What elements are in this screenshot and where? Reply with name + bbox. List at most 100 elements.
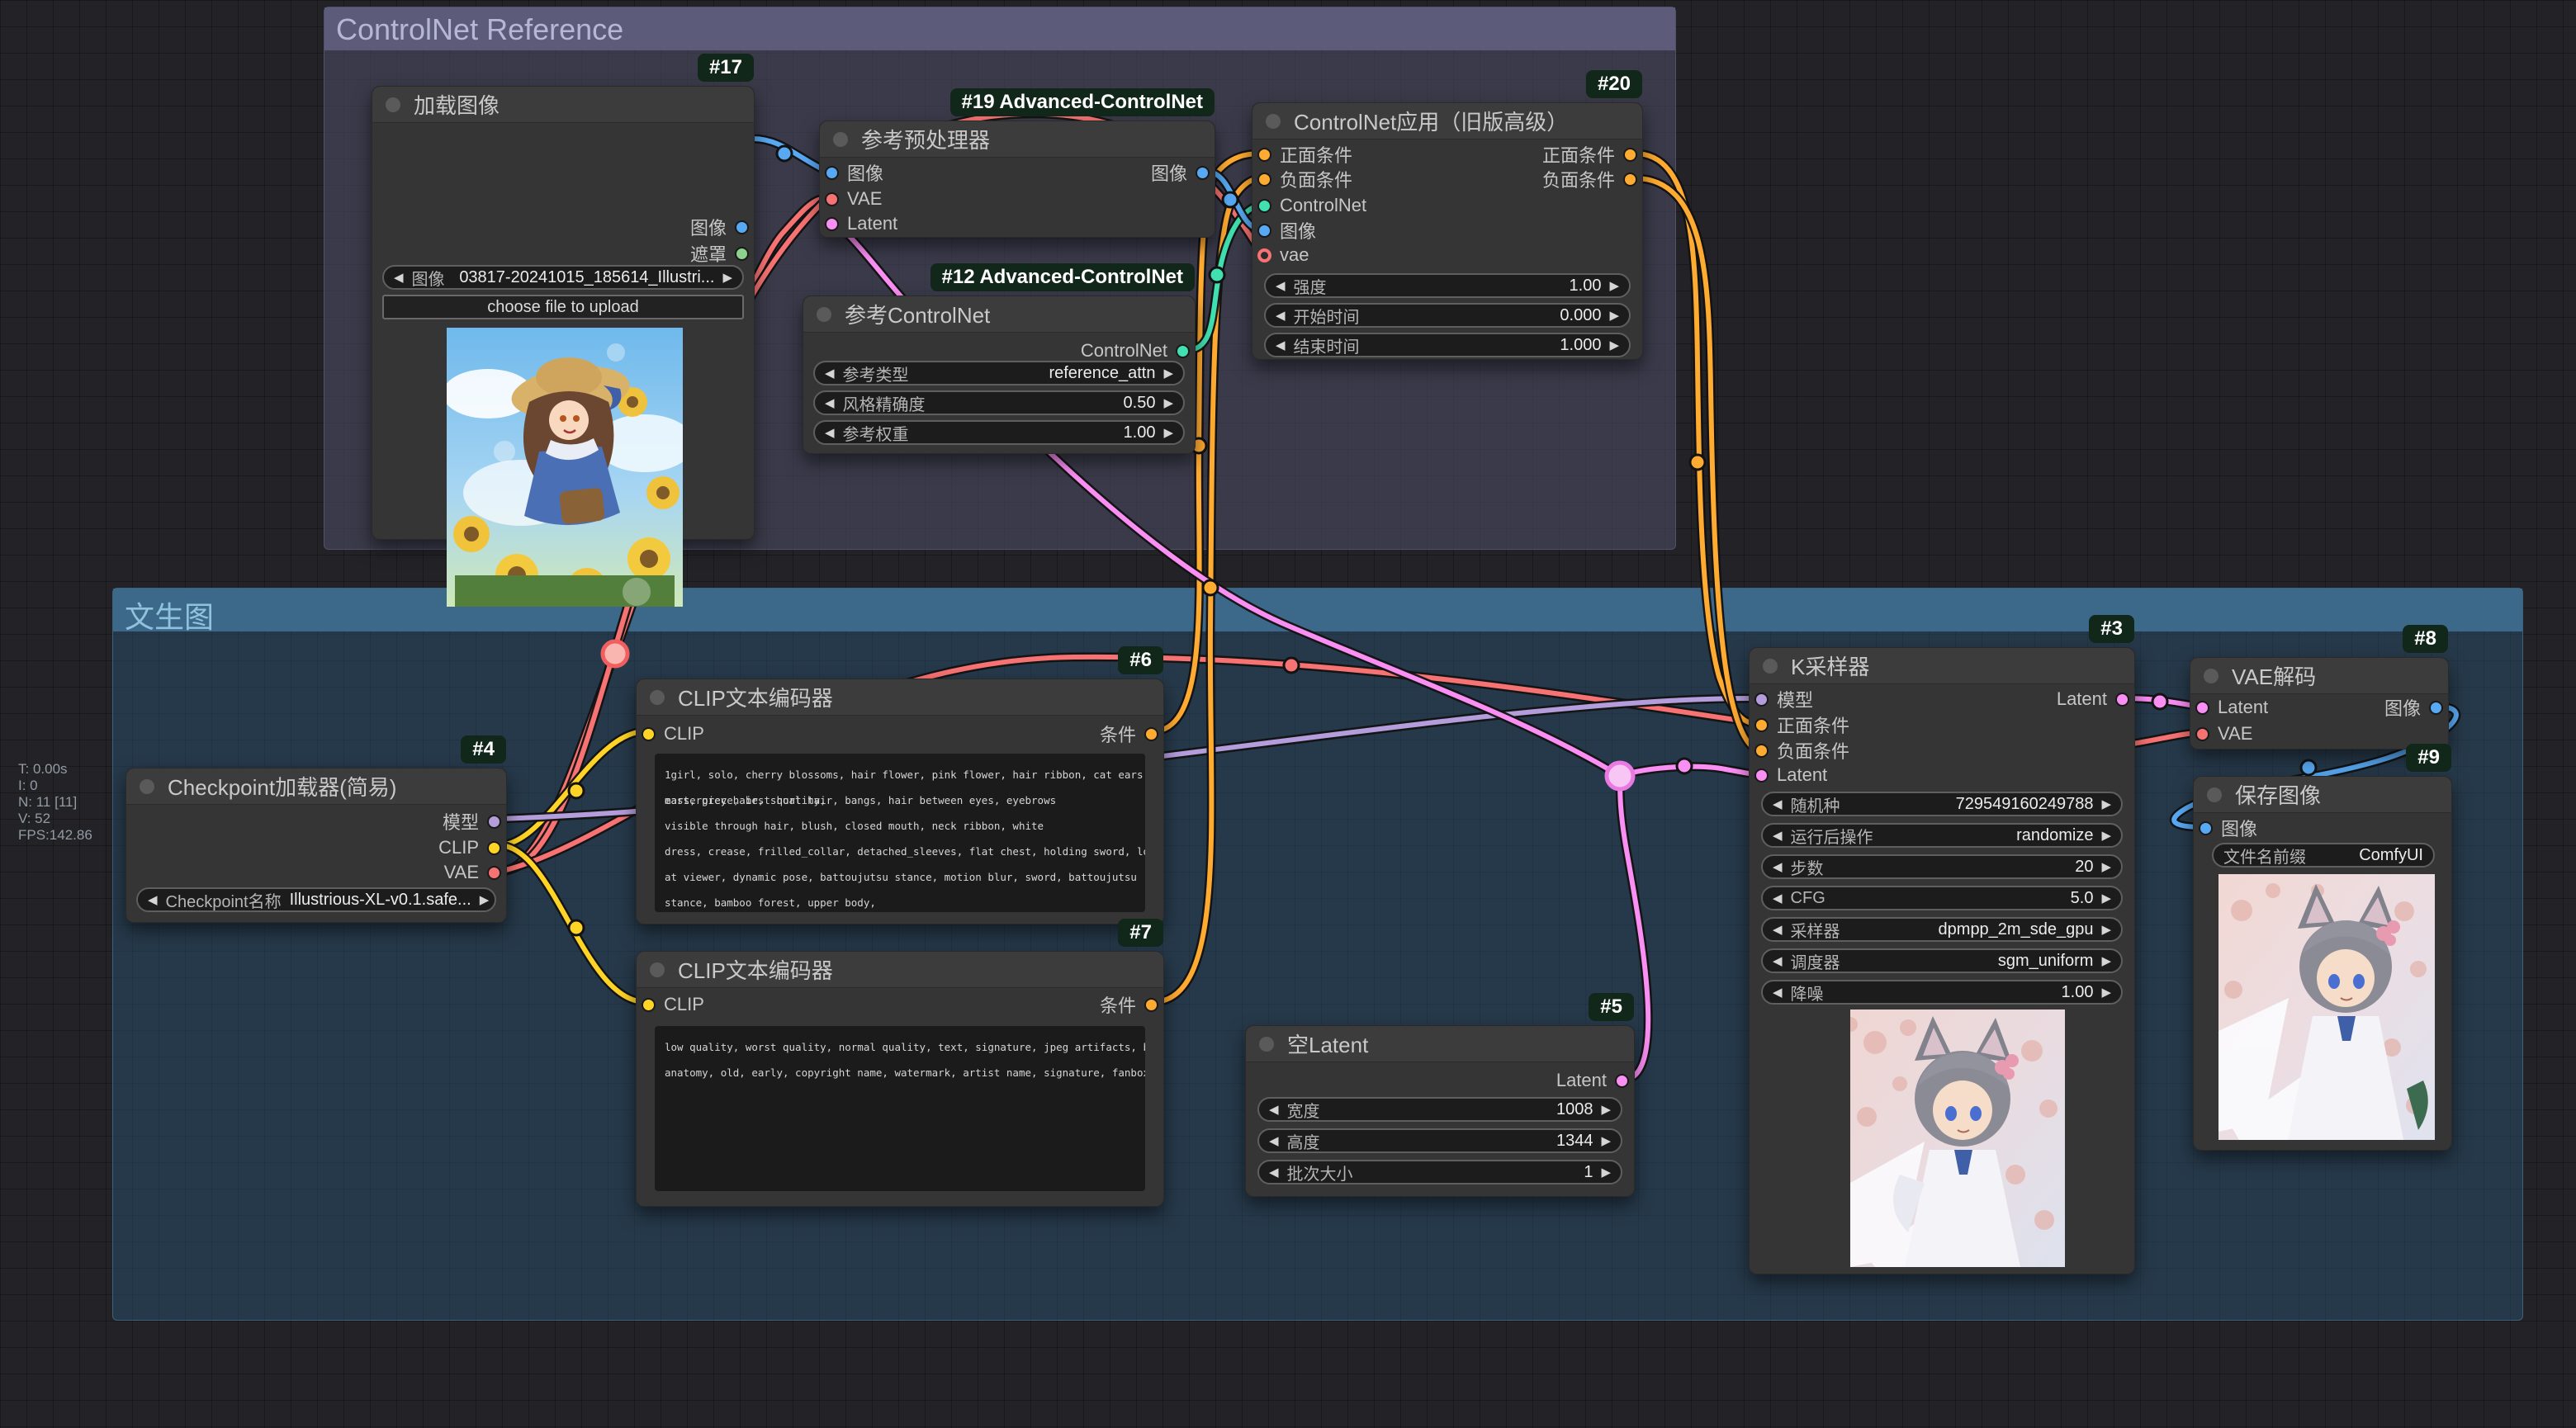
link-dot-controlnet-12-20[interactable]	[1210, 267, 1224, 282]
node-load-image[interactable]: #17 加载图像 图像 遮罩 ◀ 图像 03817-20241015_18561…	[372, 86, 755, 540]
pin-vae-output[interactable]	[487, 866, 501, 880]
node-ksampler-titlebar[interactable]: K采样器	[1750, 648, 2134, 684]
input-image[interactable]: 图像	[2199, 816, 2257, 839]
node-checkpoint-loader[interactable]: #4 Checkpoint加载器(简易) 模型 CLIP VAE ◀ Check…	[125, 768, 507, 923]
positive-prompt-textarea[interactable]: 1girl, solo, cherry blossoms, hair flowe…	[655, 754, 1145, 912]
collapse-dot-icon[interactable]	[1259, 1037, 1274, 1052]
stepper-right-arrow-icon[interactable]: ▶	[1601, 1133, 1611, 1148]
link-dot-clip-4-6[interactable]	[569, 783, 584, 798]
combo-right-arrow-icon[interactable]: ▶	[2101, 922, 2111, 937]
node-save-image[interactable]: #9 保存图像 图像 文件名前缀 ComfyUI	[2193, 776, 2452, 1151]
node-clip-encode-positive-titlebar[interactable]: CLIP文本编码器	[637, 679, 1163, 716]
link-dot-image-17-19[interactable]	[777, 146, 792, 161]
stepper-right-arrow-icon[interactable]: ▶	[1601, 1165, 1611, 1180]
combo-left-arrow-icon[interactable]: ◀	[825, 366, 835, 381]
pin-negative-input[interactable]	[1754, 744, 1769, 758]
denoise-stepper[interactable]: ◀ 降噪 1.00 ▶	[1761, 980, 2123, 1005]
output-image[interactable]: 图像	[1151, 161, 1210, 184]
pin-image-output[interactable]	[735, 220, 749, 234]
stepper-left-arrow-icon[interactable]: ◀	[825, 395, 835, 410]
link-dot-latent-reroute-3[interactable]	[1677, 759, 1692, 773]
stepper-left-arrow-icon[interactable]: ◀	[1276, 278, 1286, 293]
pin-model-input[interactable]	[1754, 693, 1769, 707]
node-reference-preprocessor-titlebar[interactable]: 参考预处理器	[820, 121, 1215, 158]
node-checkpoint-loader-titlebar[interactable]: Checkpoint加载器(简易)	[126, 768, 506, 805]
pin-image-output[interactable]	[1196, 166, 1210, 180]
collapse-dot-icon[interactable]	[2204, 669, 2218, 683]
combo-left-arrow-icon[interactable]: ◀	[1773, 922, 1783, 937]
input-image[interactable]: 图像	[1257, 219, 1316, 242]
pin-mask-output[interactable]	[735, 247, 749, 261]
output-image[interactable]: 图像	[690, 215, 749, 239]
output-mask[interactable]: 遮罩	[690, 242, 749, 265]
output-positive[interactable]: 正面条件	[1542, 143, 1637, 166]
stepper-right-arrow-icon[interactable]: ▶	[1609, 338, 1619, 352]
pin-latent-input[interactable]	[2195, 701, 2209, 715]
pin-positive-output[interactable]	[1623, 148, 1637, 162]
strength-stepper[interactable]: ◀ 强度 1.00 ▶	[1264, 273, 1631, 298]
pin-controlnet-input[interactable]	[1257, 199, 1271, 213]
stepper-right-arrow-icon[interactable]: ▶	[2101, 891, 2111, 906]
node-vae-decode[interactable]: #8 VAE解码 Latent VAE 图像	[2190, 657, 2449, 749]
input-latent[interactable]: Latent	[1754, 764, 1827, 787]
stepper-right-arrow-icon[interactable]: ▶	[1609, 308, 1619, 323]
pin-controlnet-output[interactable]	[1176, 344, 1190, 358]
combo-right-arrow-icon[interactable]: ▶	[2101, 828, 2111, 843]
batch-size-stepper[interactable]: ◀ 批次大小 1 ▶	[1257, 1160, 1622, 1184]
seed-stepper[interactable]: ◀ 随机种 729549160249788 ▶	[1761, 792, 2123, 816]
stepper-right-arrow-icon[interactable]: ▶	[1163, 395, 1173, 410]
pin-negative-input[interactable]	[1257, 173, 1271, 187]
collapse-dot-icon[interactable]	[386, 97, 400, 112]
filename-prefix-field[interactable]: 文件名前缀 ComfyUI	[2212, 843, 2435, 868]
output-model[interactable]: 模型	[443, 810, 501, 833]
stepper-left-arrow-icon[interactable]: ◀	[825, 425, 835, 440]
pin-image-input[interactable]	[2199, 821, 2213, 835]
pin-image-input[interactable]	[1257, 224, 1271, 238]
pin-negative-output[interactable]	[1623, 173, 1637, 187]
checkpoint-name-combo[interactable]: ◀ Checkpoint名称 Illustrious-XL-v0.1.safe.…	[136, 887, 496, 912]
node-apply-controlnet[interactable]: #20 ControlNet应用（旧版高级） 正面条件 负面条件 Control…	[1252, 102, 1643, 360]
stepper-left-arrow-icon[interactable]: ◀	[1773, 859, 1783, 874]
output-clip[interactable]: CLIP	[438, 836, 501, 859]
pin-clip-output[interactable]	[487, 841, 501, 855]
pin-conditioning-output[interactable]	[1144, 727, 1158, 741]
output-conditioning[interactable]: 条件	[1100, 993, 1158, 1016]
node-apply-controlnet-titlebar[interactable]: ControlNet应用（旧版高级）	[1252, 103, 1642, 139]
collapse-dot-icon[interactable]	[650, 690, 665, 705]
node-clip-encode-negative[interactable]: #7 CLIP文本编码器 CLIP 条件 low quality, worst …	[636, 951, 1164, 1207]
output-image[interactable]: 图像	[2384, 696, 2443, 719]
combo-left-arrow-icon[interactable]: ◀	[148, 892, 158, 907]
collapse-dot-icon[interactable]	[1266, 114, 1281, 129]
end-percent-stepper[interactable]: ◀ 结束时间 1.000 ▶	[1264, 333, 1631, 357]
reroute-dot-latent[interactable]	[1607, 763, 1633, 789]
stepper-right-arrow-icon[interactable]: ▶	[2101, 859, 2111, 874]
node-empty-latent[interactable]: #5 空Latent Latent ◀ 宽度 1008 ▶ ◀ 高度 1344 …	[1245, 1025, 1635, 1197]
input-model[interactable]: 模型	[1754, 688, 1813, 711]
negative-prompt-textarea[interactable]: low quality, worst quality, normal quali…	[655, 1026, 1145, 1191]
node-reference-controlnet[interactable]: #12 Advanced-ControlNet 参考ControlNet Con…	[803, 296, 1196, 454]
input-vae[interactable]: vae	[1257, 244, 1309, 267]
collapse-dot-icon[interactable]	[650, 962, 665, 977]
stepper-left-arrow-icon[interactable]: ◀	[1773, 891, 1783, 906]
pin-latent-input[interactable]	[1754, 768, 1769, 783]
reference-weight-stepper[interactable]: ◀ 参考权重 1.00 ▶	[813, 420, 1185, 445]
link-dot-latent-3-8[interactable]	[2152, 694, 2167, 709]
collapse-dot-icon[interactable]	[140, 779, 154, 794]
input-latent[interactable]: Latent	[2195, 696, 2268, 719]
stepper-left-arrow-icon[interactable]: ◀	[1276, 308, 1286, 323]
input-negative[interactable]: 负面条件	[1257, 168, 1352, 191]
combo-left-arrow-icon[interactable]: ◀	[1773, 953, 1783, 968]
stepper-left-arrow-icon[interactable]: ◀	[1773, 797, 1783, 811]
pin-conditioning-output[interactable]	[1144, 998, 1158, 1012]
pin-clip-input[interactable]	[642, 998, 656, 1012]
input-clip[interactable]: CLIP	[642, 722, 704, 745]
reference-type-combo[interactable]: ◀ 参考类型 reference_attn ▶	[813, 361, 1185, 385]
output-negative[interactable]: 负面条件	[1542, 168, 1637, 191]
stepper-right-arrow-icon[interactable]: ▶	[2101, 797, 2111, 811]
node-load-image-titlebar[interactable]: 加载图像	[372, 87, 754, 123]
start-percent-stepper[interactable]: ◀ 开始时间 0.000 ▶	[1264, 303, 1631, 328]
input-clip[interactable]: CLIP	[642, 993, 704, 1016]
cfg-stepper[interactable]: ◀ CFG 5.0 ▶	[1761, 886, 2123, 910]
node-save-image-titlebar[interactable]: 保存图像	[2194, 777, 2451, 813]
output-controlnet[interactable]: ControlNet	[1081, 339, 1190, 362]
